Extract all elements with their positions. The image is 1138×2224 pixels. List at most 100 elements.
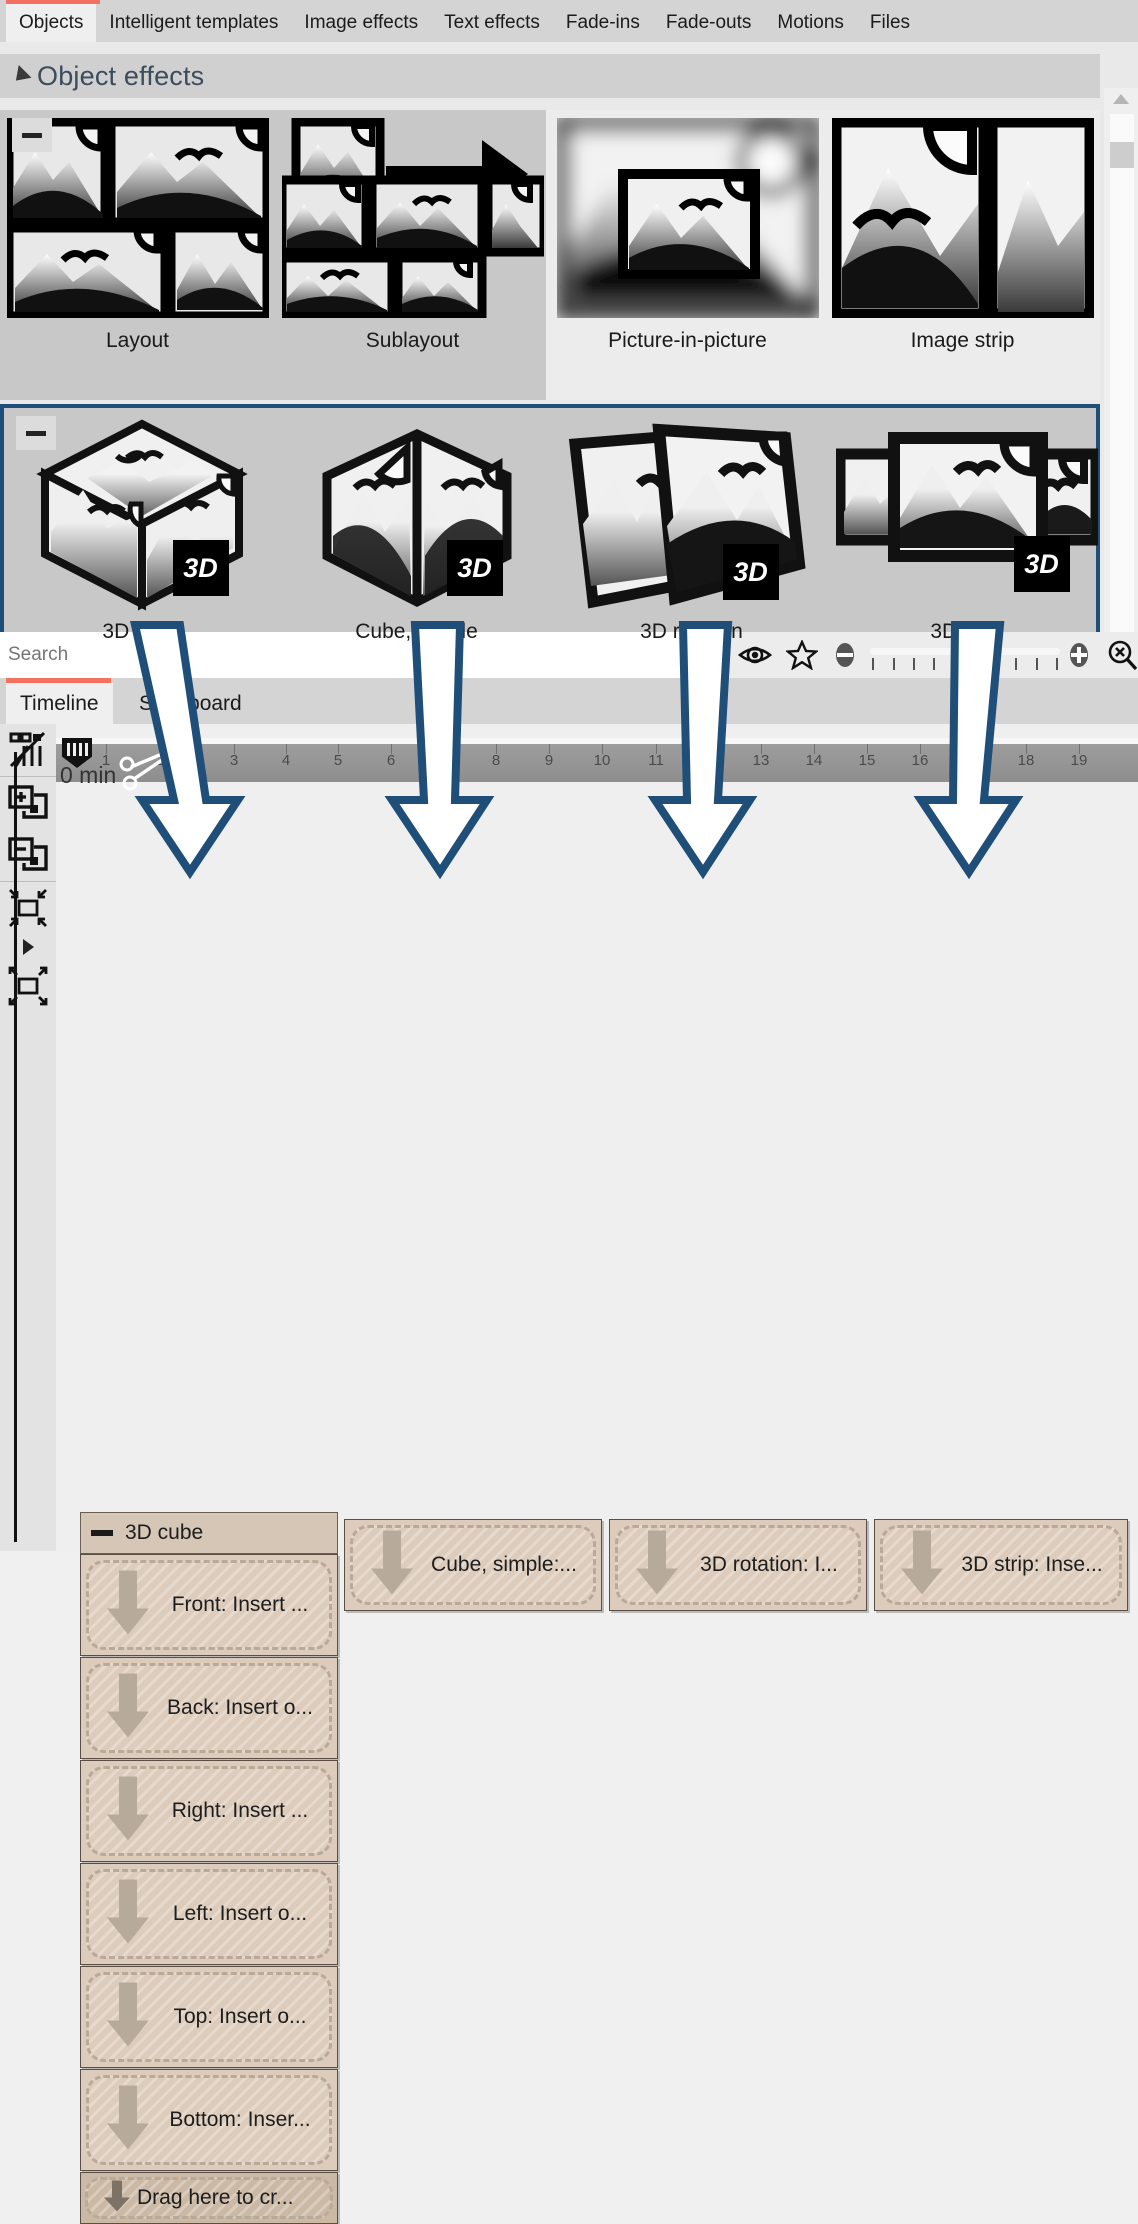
effect-label: Sublayout (365, 329, 460, 352)
effects-row-3d-selected: 3D 3D cube 3D Cube, simple 3D 3D rotatio… (0, 404, 1101, 658)
clip-3d-strip[interactable]: 3D strip: Inse... (874, 1519, 1128, 1611)
tab-label: Storyboard (139, 691, 242, 715)
clip-left[interactable]: Left: Insert o... (80, 1863, 338, 1965)
timeline-area: 1 2 3 4 5 6 7 8 9 10 11 12 13 14 15 16 1… (0, 724, 1138, 2224)
toggle-waveform-icon[interactable] (0, 724, 56, 776)
tab-label: Fade-outs (665, 12, 752, 33)
clip-right[interactable]: Right: Insert ... (80, 1760, 338, 1862)
ruler-tick-label: 11 (648, 752, 664, 769)
scissors-icon[interactable] (118, 752, 168, 797)
minus-icon[interactable] (91, 1530, 113, 1536)
triangle-collapse-icon[interactable] (9, 65, 32, 87)
effect-label: 3D rotation (640, 620, 743, 643)
ruler-tick-label: 15 (858, 752, 876, 769)
tab-label: Motions (777, 12, 844, 33)
tab-fade-ins[interactable]: Fade-ins (553, 4, 653, 42)
effect-item-sublayout[interactable]: Sublayout (275, 110, 550, 400)
playhead-line (14, 752, 17, 1542)
clip-drag-placeholder[interactable]: Drag here to cr... (80, 2172, 338, 2224)
track-header-3d-cube[interactable]: 3D cube (80, 1512, 338, 1554)
tab-label: Fade-ins (565, 12, 640, 33)
application-window: Objects Intelligent templates Image effe… (0, 0, 1138, 2224)
clip-label: Bottom: Inser... (169, 2108, 311, 2131)
scrollbar-thumb[interactable] (1110, 142, 1134, 168)
tab-files[interactable]: Files (857, 4, 923, 42)
clip-label: Drag here to cr... (137, 2186, 294, 2209)
tab-text-effects[interactable]: Text effects (431, 4, 553, 42)
tab-intelligent-templates[interactable]: Intelligent templates (96, 4, 291, 42)
ruler-tick-label: 18 (1017, 752, 1035, 769)
effect-item-cube-simple[interactable]: 3D Cube, simple (279, 408, 554, 654)
clip-label: 3D rotation: I... (700, 1553, 838, 1576)
clip-front[interactable]: Front: Insert ... (80, 1554, 338, 1656)
row1-cells: Layout Sublayout Picture-in-picture Imag… (0, 110, 1100, 400)
scroll-up-arrow[interactable] (1104, 88, 1138, 110)
ruler-tick-label: 9 (544, 752, 554, 769)
cube-simple-thumbnail: 3D (307, 416, 527, 616)
row2-collapse-button[interactable] (16, 416, 56, 450)
badge-3d: 3D (172, 540, 229, 596)
ruler-tick-label: 17 (964, 752, 982, 769)
3d-cube-thumbnail: 3D (27, 416, 257, 616)
effect-item-3d-strip[interactable]: 3D 3D strip (829, 408, 1104, 654)
timeline-left-toolbar (0, 724, 56, 1551)
effect-item-layout[interactable]: Layout (0, 110, 275, 400)
tab-motions[interactable]: Motions (764, 4, 857, 42)
clip-label: Top: Insert o... (173, 2005, 307, 2028)
clip-label: Left: Insert o... (172, 1902, 308, 1925)
tab-list: Objects Intelligent templates Image effe… (6, 4, 923, 42)
badge-3d: 3D (1013, 536, 1070, 592)
timeline-ruler[interactable]: 1 2 3 4 5 6 7 8 9 10 11 12 13 14 15 16 1… (56, 744, 1138, 782)
clip-top[interactable]: Top: Insert o... (80, 1966, 338, 2068)
shrink-track-icon[interactable] (0, 881, 56, 934)
tab-timeline[interactable]: Timeline (6, 683, 113, 724)
effect-item-image-strip[interactable]: Image strip (825, 110, 1100, 400)
remove-track-icon[interactable] (0, 829, 56, 881)
scrollbar-trough[interactable] (1110, 114, 1134, 648)
row2-cells: 3D 3D cube 3D Cube, simple 3D 3D rotatio… (4, 408, 1104, 654)
tab-label: Timeline (20, 691, 99, 715)
ruler-tick-label: 10 (593, 752, 611, 769)
ruler-tick-label: 7 (439, 752, 449, 769)
tab-label: Files (869, 12, 911, 33)
clip-label: Cube, simple:... (431, 1553, 577, 1576)
effect-item-3d-rotation[interactable]: 3D 3D rotation (554, 408, 829, 654)
track-expander-arrow-icon[interactable] (0, 934, 56, 960)
3d-strip-thumbnail: 3D (834, 416, 1101, 616)
image-strip-thumbnail (830, 116, 1095, 323)
ruler-tick-label: 6 (386, 752, 396, 769)
effects-row-layouts: Layout Sublayout Picture-in-picture Imag… (0, 110, 1100, 400)
minus-icon (22, 132, 42, 138)
tab-label: Intelligent templates (109, 12, 279, 33)
add-track-icon[interactable] (0, 776, 56, 829)
clip-bottom[interactable]: Bottom: Inser... (80, 2069, 338, 2171)
3d-rotation-thumbnail: 3D (567, 416, 817, 616)
clip-label: 3D strip: Inse... (961, 1553, 1103, 1576)
tab-label: Text effects (444, 12, 540, 33)
tab-storyboard[interactable]: Storyboard (125, 683, 256, 724)
ruler-tick-label: 8 (491, 752, 501, 769)
badge-3d: 3D (446, 540, 503, 596)
ruler-tick-label: 13 (752, 752, 770, 769)
clip-3d-rotation[interactable]: 3D rotation: I... (609, 1519, 867, 1611)
object-effects-header[interactable]: Object effects (0, 54, 1100, 98)
ruler-tick-label: 5 (333, 752, 343, 769)
sublayout-thumbnail (277, 117, 548, 323)
ruler-tick-label: 19 (1070, 752, 1088, 769)
playhead-time-label: 0 min (60, 762, 117, 788)
effect-item-picture-in-picture[interactable]: Picture-in-picture (550, 110, 825, 400)
tab-image-effects[interactable]: Image effects (291, 4, 431, 42)
expand-track-icon[interactable] (0, 960, 56, 1012)
effect-label: 3D cube (102, 620, 181, 643)
row1-collapse-button[interactable] (12, 118, 52, 152)
picture-in-picture-thumbnail (555, 117, 820, 323)
ruler-tick-label: 14 (805, 752, 823, 769)
effects-scrollbar[interactable] (1104, 88, 1138, 674)
tab-objects[interactable]: Objects (6, 4, 97, 42)
tab-fade-outs[interactable]: Fade-outs (653, 4, 765, 42)
effect-label: Layout (105, 329, 170, 352)
clip-back[interactable]: Back: Insert o... (80, 1657, 338, 1759)
magnifier-reset-icon[interactable] (1106, 639, 1138, 671)
clip-label: Front: Insert ... (171, 1593, 309, 1616)
clip-cube-simple[interactable]: Cube, simple:... (344, 1519, 602, 1611)
